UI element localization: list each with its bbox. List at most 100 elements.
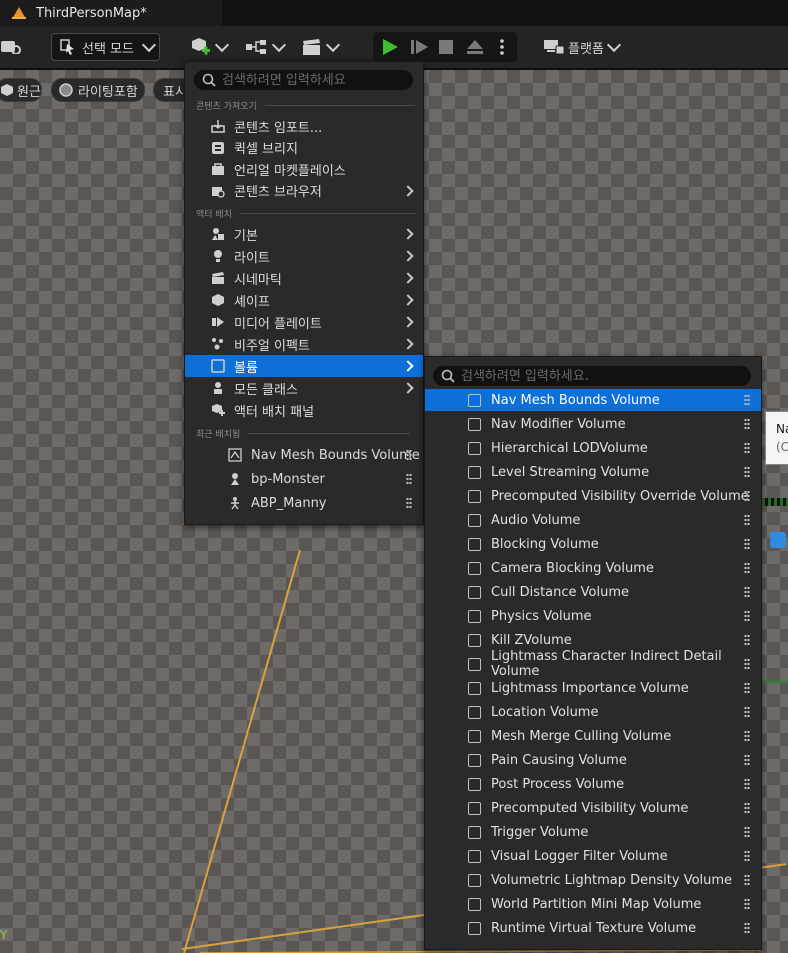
drag-handle-icon[interactable] xyxy=(744,538,750,550)
drag-handle-icon[interactable] xyxy=(406,449,412,461)
cube-actor[interactable] xyxy=(770,532,786,548)
volume-item[interactable]: Lightmass Importance Volume xyxy=(425,677,761,699)
drag-handle-icon[interactable] xyxy=(744,586,750,598)
drag-handle-icon[interactable] xyxy=(744,418,750,430)
volume-item[interactable]: Audio Volume xyxy=(425,509,761,531)
volume-menu-search[interactable] xyxy=(433,366,751,386)
drag-handle-icon[interactable] xyxy=(744,778,750,790)
menu-item-content[interactable]: 콘텐츠 임포트... xyxy=(185,115,423,137)
drag-handle-icon[interactable] xyxy=(744,634,750,646)
drag-handle-icon[interactable] xyxy=(744,610,750,622)
volume-item[interactable]: Nav Mesh Bounds Volume xyxy=(425,389,761,411)
lit-mode-button[interactable]: 라이팅포함 xyxy=(51,78,145,102)
selection-mode-label: 선택 모드 xyxy=(82,41,134,57)
drag-handle-icon[interactable] xyxy=(744,898,750,910)
place-menu-search-input[interactable] xyxy=(222,72,413,88)
volume-item[interactable]: Mesh Merge Culling Volume xyxy=(425,725,761,747)
drag-handle-icon[interactable] xyxy=(744,562,750,574)
volume-item[interactable]: Pain Causing Volume xyxy=(425,749,761,771)
volume-item[interactable]: Cull Distance Volume xyxy=(425,581,761,603)
drag-handle-icon[interactable] xyxy=(744,706,750,718)
chevron-right-icon xyxy=(402,382,414,394)
chevron-right-icon xyxy=(402,316,414,328)
menu-item-actor[interactable]: 비주얼 이펙트 xyxy=(185,333,423,355)
drag-handle-icon[interactable] xyxy=(744,658,750,670)
volume-item[interactable]: Precomputed Visibility Volume xyxy=(425,797,761,819)
volume-item[interactable]: Runtime Virtual Texture Volume xyxy=(425,917,761,939)
menu-item-actor[interactable]: 라이트 xyxy=(185,245,423,267)
level-icon xyxy=(12,7,26,19)
drag-handle-icon[interactable] xyxy=(744,490,750,502)
menu-item-content[interactable]: 언리얼 마켓플레이스 xyxy=(185,158,423,180)
menu-item-actor[interactable]: 볼륨 xyxy=(185,355,423,377)
cursor-icon xyxy=(60,39,74,55)
menu-item-recent[interactable]: bp-Monster xyxy=(185,468,423,490)
volume-item[interactable]: Location Volume xyxy=(425,701,761,723)
volume-item[interactable]: Blocking Volume xyxy=(425,533,761,555)
step-icon[interactable] xyxy=(411,39,429,55)
tooltip-line-1: Na xyxy=(776,422,788,436)
blueprints-button[interactable] xyxy=(245,36,287,58)
drag-handle-icon[interactable] xyxy=(744,850,750,862)
volume-item[interactable]: Hierarchical LODVolume xyxy=(425,437,761,459)
volume-item[interactable]: Camera Blocking Volume xyxy=(425,557,761,579)
selection-mode-dropdown[interactable]: 선택 모드 xyxy=(51,33,160,61)
volume-item-label: Hierarchical LODVolume xyxy=(491,440,648,456)
drag-handle-icon[interactable] xyxy=(744,442,750,454)
volume-item[interactable]: Volumetric Lightmap Density Volume xyxy=(425,869,761,891)
play-icon[interactable] xyxy=(381,38,399,56)
menu-item-actor[interactable]: 기본 xyxy=(185,223,423,245)
level-tab[interactable]: ThirdPersonMap* xyxy=(0,0,222,26)
menu-item-actor[interactable]: 액터 배치 패널 xyxy=(185,399,423,421)
drag-handle-icon[interactable] xyxy=(744,466,750,478)
menu-item-recent[interactable]: Nav Mesh Bounds Volume xyxy=(185,444,423,466)
drag-handle-icon[interactable] xyxy=(744,874,750,886)
volume-item[interactable]: Visual Logger Filter Volume xyxy=(425,845,761,867)
menu-item-recent[interactable]: ABP_Manny xyxy=(185,492,423,514)
platforms-dropdown[interactable]: 플랫폼 xyxy=(543,36,623,58)
volume-item[interactable]: Post Process Volume xyxy=(425,773,761,795)
volume-item[interactable]: Precomputed Visibility Override Volume xyxy=(425,485,761,507)
stop-icon[interactable] xyxy=(439,40,453,54)
volume-item[interactable]: Lightmass Character Indirect Detail Volu… xyxy=(425,649,761,679)
menu-item-actor[interactable]: 셰이프 xyxy=(185,289,423,311)
drag-handle-icon[interactable] xyxy=(744,730,750,742)
menu-item-actor[interactable]: 모든 클래스 xyxy=(185,377,423,399)
drag-handle-icon[interactable] xyxy=(406,497,412,509)
bridge-icon xyxy=(211,141,225,155)
volume-item-label: Volumetric Lightmap Density Volume xyxy=(491,872,733,888)
more-options-icon[interactable] xyxy=(499,38,505,56)
drag-handle-icon[interactable] xyxy=(744,754,750,766)
drag-handle-icon[interactable] xyxy=(744,826,750,838)
eject-icon[interactable] xyxy=(466,39,484,55)
volume-item[interactable]: Level Streaming Volume xyxy=(425,461,761,483)
drag-handle-icon[interactable] xyxy=(744,682,750,694)
menu-item-label: 시네마틱 xyxy=(234,272,282,288)
volume-item[interactable]: Physics Volume xyxy=(425,605,761,627)
volume-icon xyxy=(468,753,481,767)
volume-menu-search-input[interactable] xyxy=(461,368,751,384)
add-actor-icon xyxy=(192,38,210,55)
drag-handle-icon[interactable] xyxy=(406,473,412,485)
menu-item-actor[interactable]: 미디어 플레이트 xyxy=(185,311,423,333)
volume-icon xyxy=(211,359,225,373)
menu-item-actor[interactable]: 시네마틱 xyxy=(185,267,423,289)
volume-icon xyxy=(468,609,481,623)
drag-handle-icon[interactable] xyxy=(744,922,750,934)
drag-handle-icon[interactable] xyxy=(744,514,750,526)
quick-add-button[interactable] xyxy=(189,36,230,58)
cinematics-button[interactable] xyxy=(300,36,341,58)
volume-item[interactable]: Nav Modifier Volume xyxy=(425,413,761,435)
volume-item[interactable]: World Partition Mini Map Volume xyxy=(425,893,761,915)
menu-item-content[interactable]: 콘텐츠 브라우저 xyxy=(185,180,423,202)
perspective-button[interactable]: 원근 xyxy=(0,78,42,102)
volume-item[interactable]: Kill ZVolume xyxy=(425,629,761,651)
gizmo-marker xyxy=(762,498,788,506)
volume-item[interactable]: Trigger Volume xyxy=(425,821,761,843)
volume-icon xyxy=(468,633,481,647)
menu-item-content[interactable]: 퀵셀 브리지 xyxy=(185,137,423,159)
place-menu-search[interactable] xyxy=(194,70,413,90)
drag-handle-icon[interactable] xyxy=(744,802,750,814)
viewport-icon[interactable] xyxy=(0,36,22,56)
drag-handle-icon[interactable] xyxy=(744,394,750,406)
